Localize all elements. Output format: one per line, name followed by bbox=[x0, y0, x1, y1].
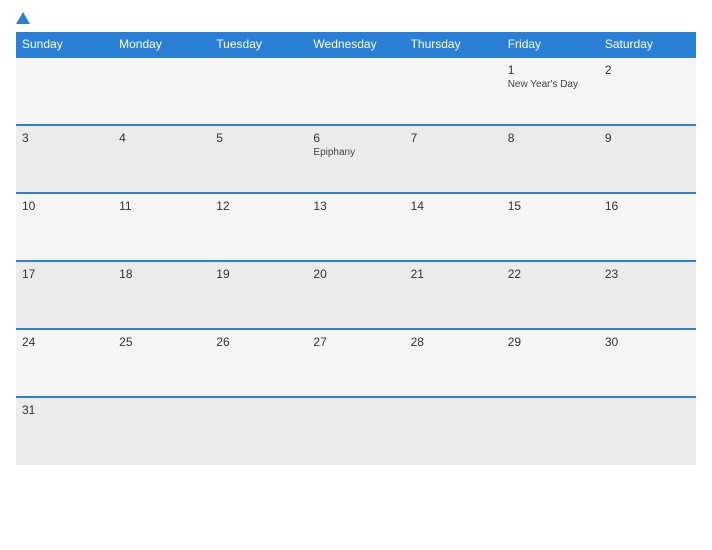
day-number: 22 bbox=[508, 267, 593, 281]
weekday-header-friday: Friday bbox=[502, 32, 599, 57]
logo bbox=[16, 12, 32, 24]
day-number: 5 bbox=[216, 131, 301, 145]
calendar-week-row: 31 bbox=[16, 397, 696, 465]
calendar-cell bbox=[307, 57, 404, 125]
calendar-cell: 12 bbox=[210, 193, 307, 261]
logo-triangle-icon bbox=[16, 12, 30, 24]
calendar-cell bbox=[405, 57, 502, 125]
calendar-cell: 19 bbox=[210, 261, 307, 329]
calendar-cell: 28 bbox=[405, 329, 502, 397]
day-number: 12 bbox=[216, 199, 301, 213]
day-number: 15 bbox=[508, 199, 593, 213]
calendar-cell: 20 bbox=[307, 261, 404, 329]
day-number: 29 bbox=[508, 335, 593, 349]
calendar-week-row: 3456 Epiphany 789 bbox=[16, 125, 696, 193]
calendar-cell bbox=[16, 57, 113, 125]
day-number: 21 bbox=[411, 267, 496, 281]
calendar-cell: 8 bbox=[502, 125, 599, 193]
calendar-cell: 22 bbox=[502, 261, 599, 329]
weekday-header-monday: Monday bbox=[113, 32, 210, 57]
day-number: 17 bbox=[22, 267, 107, 281]
day-number: 27 bbox=[313, 335, 398, 349]
weekday-header-saturday: Saturday bbox=[599, 32, 696, 57]
calendar-cell: 31 bbox=[16, 397, 113, 465]
day-number: 9 bbox=[605, 131, 690, 145]
day-number: 13 bbox=[313, 199, 398, 213]
day-number: 23 bbox=[605, 267, 690, 281]
calendar-cell: 2 bbox=[599, 57, 696, 125]
day-number: 6 bbox=[313, 131, 398, 145]
calendar-cell: 18 bbox=[113, 261, 210, 329]
weekday-header-tuesday: Tuesday bbox=[210, 32, 307, 57]
day-number: 26 bbox=[216, 335, 301, 349]
day-number: 16 bbox=[605, 199, 690, 213]
calendar-cell: 30 bbox=[599, 329, 696, 397]
calendar-cell bbox=[210, 397, 307, 465]
calendar-cell bbox=[502, 397, 599, 465]
day-number: 19 bbox=[216, 267, 301, 281]
calendar-cell: 27 bbox=[307, 329, 404, 397]
day-event: New Year's Day bbox=[508, 79, 593, 90]
calendar-cell bbox=[113, 57, 210, 125]
calendar-table: SundayMondayTuesdayWednesdayThursdayFrid… bbox=[16, 32, 696, 465]
weekday-header-row: SundayMondayTuesdayWednesdayThursdayFrid… bbox=[16, 32, 696, 57]
day-number: 28 bbox=[411, 335, 496, 349]
day-number: 10 bbox=[22, 199, 107, 213]
calendar-cell: 7 bbox=[405, 125, 502, 193]
day-number: 20 bbox=[313, 267, 398, 281]
calendar-container: SundayMondayTuesdayWednesdayThursdayFrid… bbox=[0, 0, 712, 550]
calendar-cell: 5 bbox=[210, 125, 307, 193]
logo-blue-text bbox=[16, 12, 32, 24]
calendar-cell: 21 bbox=[405, 261, 502, 329]
day-number: 1 bbox=[508, 63, 593, 77]
calendar-week-row: 17 18 19 20 21 22 23 bbox=[16, 261, 696, 329]
calendar-cell: 16 bbox=[599, 193, 696, 261]
day-number: 11 bbox=[119, 199, 204, 213]
calendar-cell: 17 bbox=[16, 261, 113, 329]
day-number: 30 bbox=[605, 335, 690, 349]
calendar-cell: 25 bbox=[113, 329, 210, 397]
calendar-cell: 29 bbox=[502, 329, 599, 397]
calendar-week-row: 24 25 26 27 28 29 30 bbox=[16, 329, 696, 397]
calendar-cell: 14 bbox=[405, 193, 502, 261]
weekday-header-sunday: Sunday bbox=[16, 32, 113, 57]
weekday-header-wednesday: Wednesday bbox=[307, 32, 404, 57]
day-number: 2 bbox=[605, 63, 690, 77]
weekday-header-thursday: Thursday bbox=[405, 32, 502, 57]
calendar-cell: 1 New Year's Day bbox=[502, 57, 599, 125]
calendar-cell: 9 bbox=[599, 125, 696, 193]
calendar-week-row: 1 New Year's Day 2 bbox=[16, 57, 696, 125]
calendar-cell: 23 bbox=[599, 261, 696, 329]
calendar-cell: 24 bbox=[16, 329, 113, 397]
calendar-cell: 15 bbox=[502, 193, 599, 261]
calendar-cell bbox=[307, 397, 404, 465]
day-number: 3 bbox=[22, 131, 107, 145]
day-number: 8 bbox=[508, 131, 593, 145]
calendar-cell: 6 Epiphany bbox=[307, 125, 404, 193]
day-event: Epiphany bbox=[313, 147, 398, 158]
day-number: 14 bbox=[411, 199, 496, 213]
calendar-cell: 4 bbox=[113, 125, 210, 193]
calendar-cell bbox=[113, 397, 210, 465]
day-number: 25 bbox=[119, 335, 204, 349]
calendar-week-row: 10 11 12 13 14 15 16 bbox=[16, 193, 696, 261]
calendar-cell bbox=[599, 397, 696, 465]
country-name bbox=[616, 12, 696, 22]
calendar-cell bbox=[210, 57, 307, 125]
day-number: 7 bbox=[411, 131, 496, 145]
calendar-cell: 26 bbox=[210, 329, 307, 397]
calendar-cell: 11 bbox=[113, 193, 210, 261]
calendar-cell: 13 bbox=[307, 193, 404, 261]
day-number: 18 bbox=[119, 267, 204, 281]
day-number: 4 bbox=[119, 131, 204, 145]
calendar-cell: 10 bbox=[16, 193, 113, 261]
calendar-header bbox=[16, 12, 696, 24]
day-number: 24 bbox=[22, 335, 107, 349]
day-number: 31 bbox=[22, 403, 107, 417]
calendar-cell bbox=[405, 397, 502, 465]
calendar-cell: 3 bbox=[16, 125, 113, 193]
